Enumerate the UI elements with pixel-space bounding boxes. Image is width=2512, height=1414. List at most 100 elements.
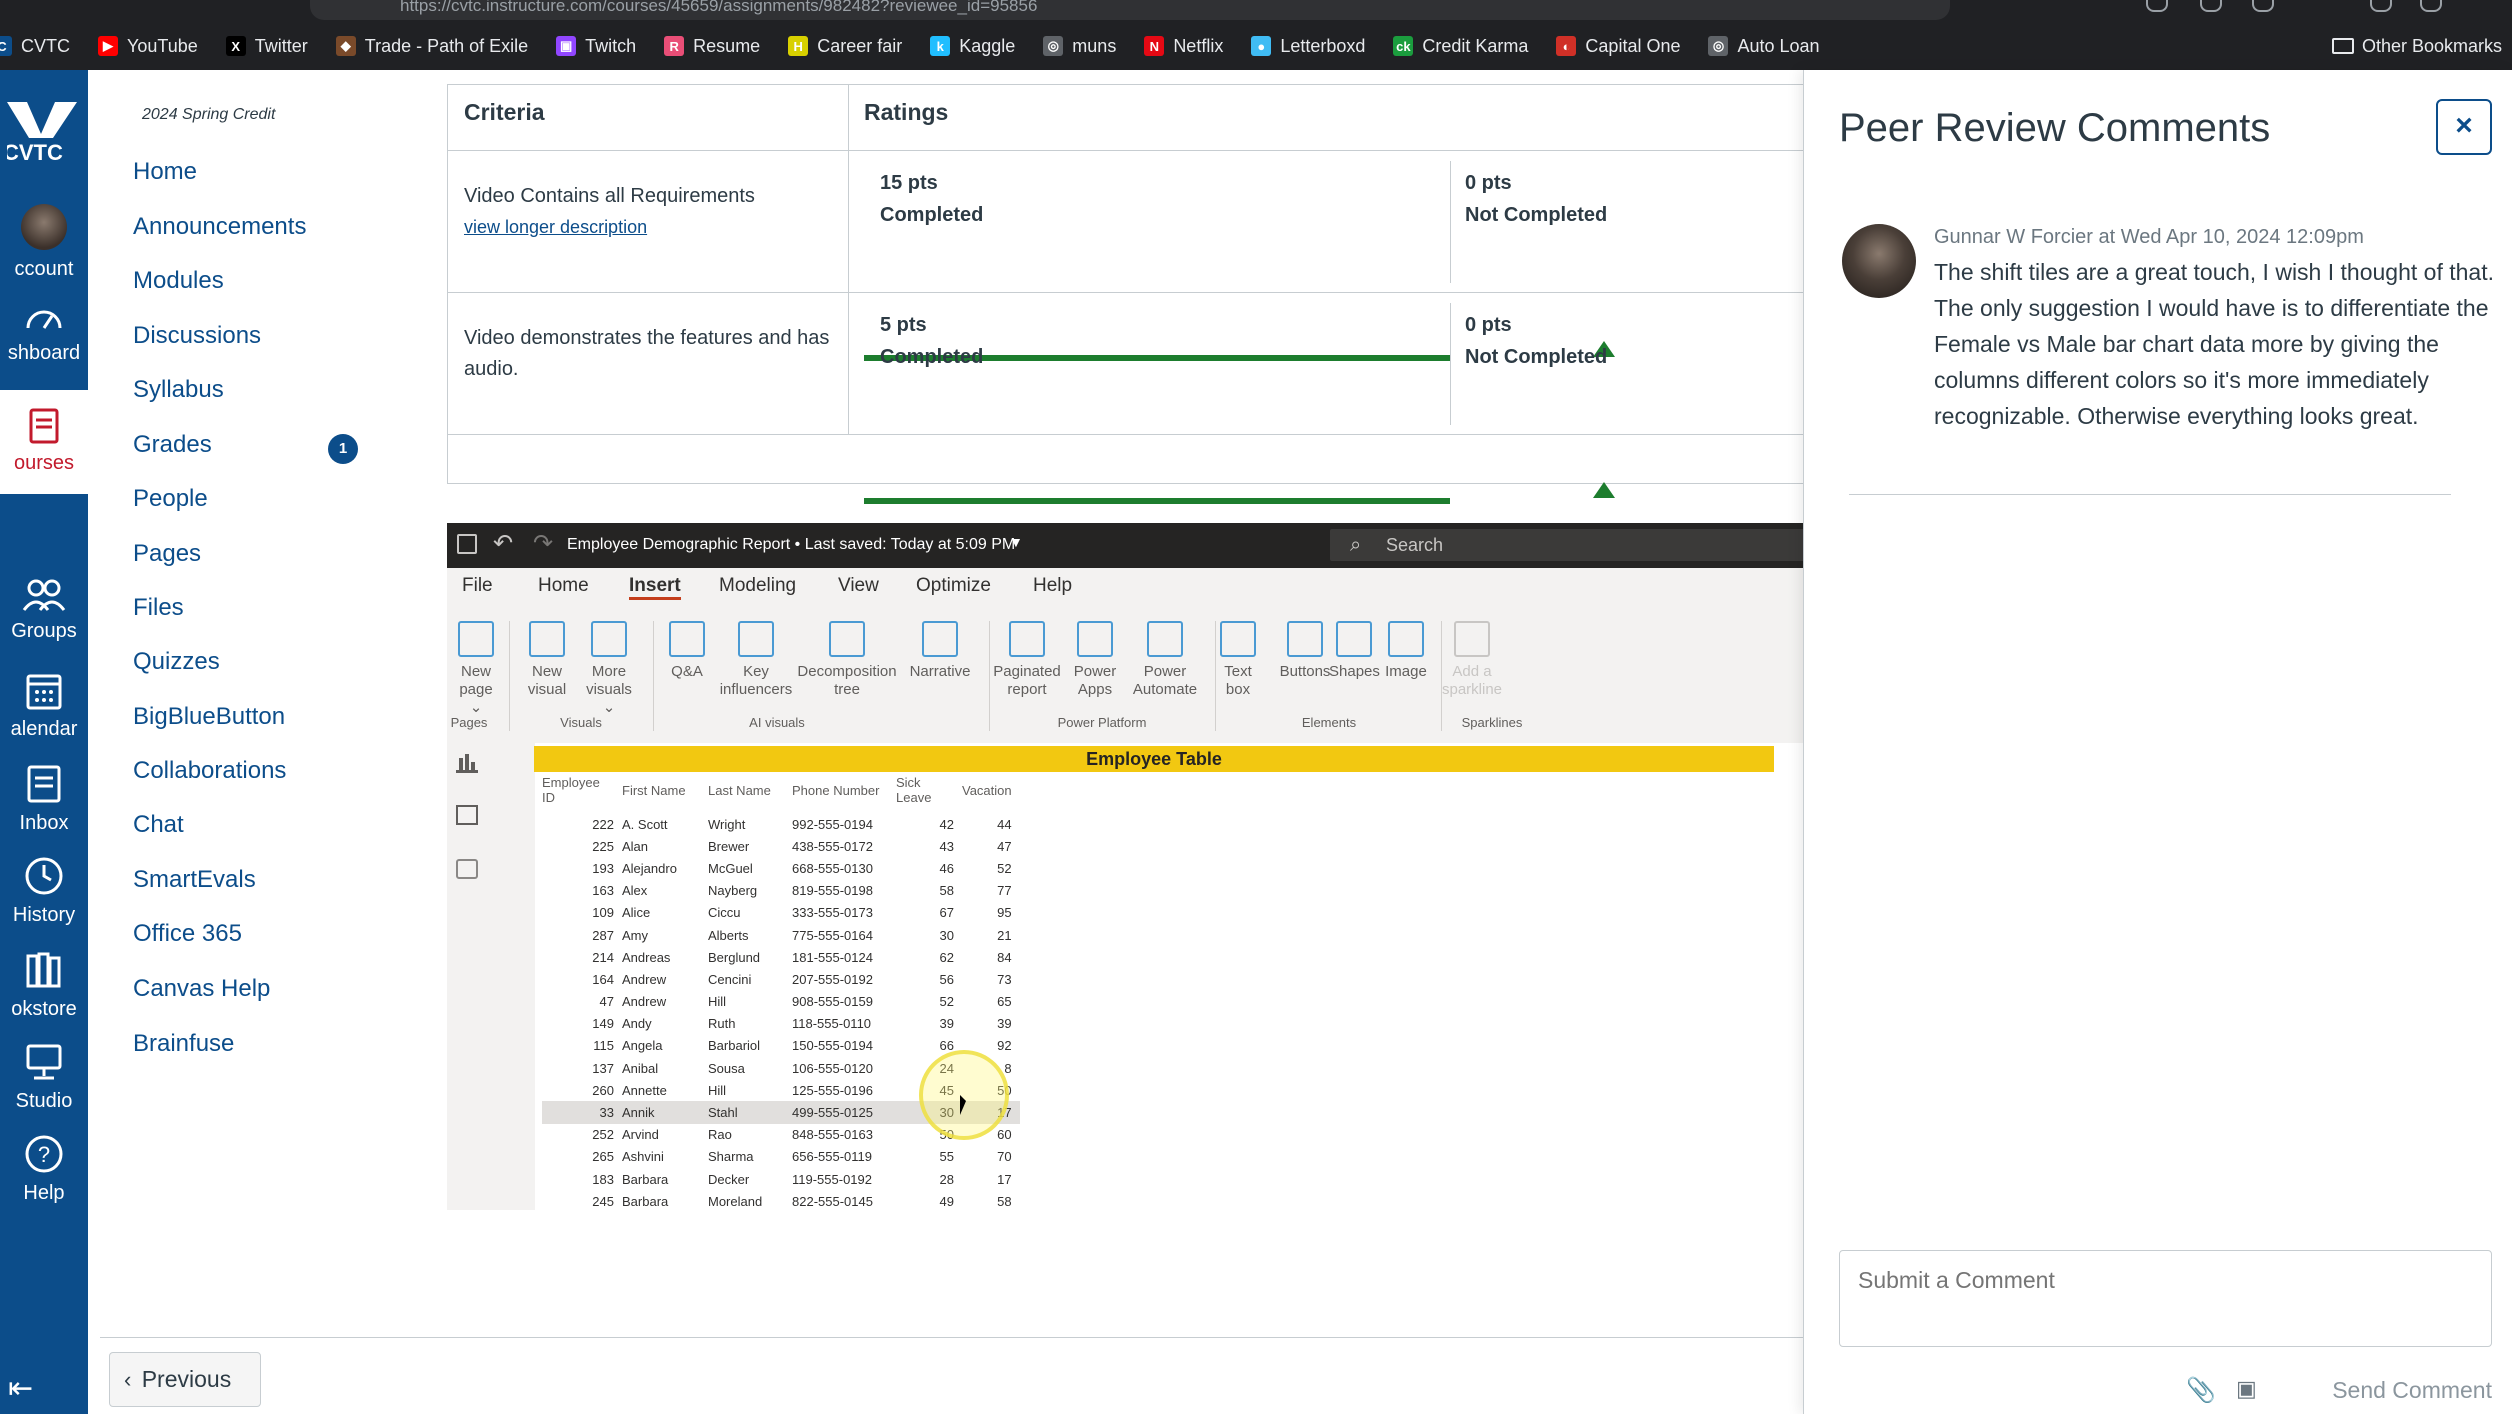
ribbon-new-page-button[interactable]: New page ⌄ [447, 621, 505, 717]
bookmark-item[interactable]: ▶ YouTube [98, 36, 198, 57]
table-row[interactable]: 163 Alex Nayberg 819-555-0198 58 77 [542, 880, 1020, 902]
global-nav-dashboard[interactable]: shboard [0, 300, 88, 365]
global-nav-groups[interactable]: Groups [0, 578, 88, 643]
global-nav-courses[interactable]: ourses [0, 390, 88, 494]
rating-other[interactable]: 0 pts Not Completed [1465, 167, 1607, 231]
ribbon-paginated-report-button[interactable]: Paginated report [992, 621, 1062, 699]
table-row[interactable]: 47 Andrew Hill 908-555-0159 52 65 [542, 991, 1020, 1013]
ribbon-power-automate-button[interactable]: Power Automate [1127, 621, 1203, 699]
course-nav-home[interactable]: Home [133, 158, 197, 186]
bookmark-star-icon[interactable] [2200, 0, 2222, 12]
bookmark-item[interactable]: N Netflix [1144, 36, 1223, 57]
table-row[interactable]: 222 A. Scott Wright 992-555-0194 42 44 [542, 813, 1020, 835]
course-nav-quizzes[interactable]: Quizzes [133, 648, 220, 676]
global-nav-history[interactable]: History [0, 856, 88, 927]
ribbon-image-button[interactable]: Image [1382, 621, 1430, 681]
table-view-icon[interactable] [456, 805, 478, 825]
previous-button[interactable]: ‹ Previous [109, 1352, 261, 1407]
bookmark-item[interactable]: X Twitter [225, 36, 308, 57]
address-bar[interactable]: https://cvtc.instructure.com/courses/456… [310, 0, 1950, 20]
bookmark-item[interactable]: ◎ Auto Loan [1708, 36, 1820, 57]
rating-selected[interactable]: 5 pts Completed [880, 309, 983, 373]
ribbon-text-box-button[interactable]: Text box [1217, 621, 1259, 699]
pbi-menu-insert[interactable]: Insert [629, 575, 681, 600]
pbi-menu-view[interactable]: View [838, 575, 879, 597]
bookmark-item[interactable]: ▣ Twitch [556, 36, 636, 57]
global-nav-calendar[interactable]: alendar [0, 670, 88, 741]
bookmark-item[interactable]: R Resume [664, 36, 760, 57]
extensions-icon[interactable] [2146, 0, 2168, 12]
table-column-header[interactable]: Sick Leave [896, 775, 962, 813]
menu-icon[interactable] [2370, 0, 2392, 12]
collapse-nav-icon[interactable]: ⇤ [8, 1371, 33, 1406]
view-longer-description-link[interactable]: view longer description [464, 217, 647, 237]
bookmark-item[interactable]: H Career fair [788, 36, 902, 57]
global-nav-inbox[interactable]: Inbox [0, 764, 88, 835]
ribbon-new-visual-button[interactable]: New visual [522, 621, 572, 699]
other-bookmarks[interactable]: Other Bookmarks [2331, 22, 2502, 70]
ribbon-key-influencers-button[interactable]: Key influencers [719, 621, 793, 699]
global-nav-account[interactable]: ccount [0, 204, 88, 281]
global-nav-studio[interactable]: Studio [0, 1042, 88, 1113]
comment-input[interactable] [1839, 1250, 2492, 1347]
course-nav-modules[interactable]: Modules [133, 267, 224, 295]
media-comment-icon[interactable]: ▣ [2236, 1376, 2257, 1402]
course-nav-pages[interactable]: Pages [133, 540, 201, 568]
table-row[interactable]: 164 Andrew Cencini 207-555-0192 56 73 [542, 968, 1020, 990]
model-view-icon[interactable] [456, 859, 478, 879]
pbi-menu-modeling[interactable]: Modeling [719, 575, 796, 597]
report-view-icon[interactable] [456, 753, 478, 773]
ribbon-narrative-button[interactable]: Narrative [905, 621, 975, 681]
table-column-header[interactable]: Last Name [708, 775, 792, 813]
course-nav-chat[interactable]: Chat [133, 811, 184, 839]
pbi-menu-home[interactable]: Home [538, 575, 589, 597]
bookmark-item[interactable]: ck Credit Karma [1393, 36, 1528, 57]
table-row[interactable]: 214 Andreas Berglund 181-555-0124 62 84 [542, 946, 1020, 968]
course-nav-files[interactable]: Files [133, 594, 184, 622]
table-row[interactable]: 287 Amy Alberts 775-555-0164 30 21 [542, 924, 1020, 946]
ribbon-buttons-button[interactable]: Buttons [1277, 621, 1333, 681]
profile-icon[interactable] [2252, 0, 2274, 12]
table-column-header[interactable]: Employee ID [542, 775, 622, 813]
table-row[interactable]: 225 Alan Brewer 438-555-0172 43 47 [542, 835, 1020, 857]
bookmark-item[interactable]: C CVTC [0, 36, 70, 57]
bookmark-item[interactable]: k Kaggle [930, 36, 1015, 57]
course-nav-brainfuse[interactable]: Brainfuse [133, 1030, 234, 1058]
ribbon-shapes-button[interactable]: Shapes [1329, 621, 1380, 681]
ribbon-more-visuals-button[interactable]: More visuals ⌄ [577, 621, 641, 717]
bookmark-item[interactable]: ● Letterboxd [1251, 36, 1365, 57]
table-column-header[interactable]: Vacation [962, 775, 1020, 813]
table-row[interactable]: 183 Barbara Decker 119-555-0192 28 17 [542, 1168, 1020, 1190]
table-row[interactable]: 149 Andy Ruth 118-555-0110 39 39 [542, 1013, 1020, 1035]
ribbon-add-a-sparkline-button[interactable]: Add a sparkline [1442, 621, 1502, 699]
course-nav-collaborations[interactable]: Collaborations [133, 757, 286, 785]
close-button[interactable]: × [2436, 99, 2492, 155]
course-nav-syllabus[interactable]: Syllabus [133, 376, 224, 404]
pbi-menu-file[interactable]: File [462, 575, 493, 597]
course-nav-announcements[interactable]: Announcements [133, 213, 306, 241]
bookmark-item[interactable]: ◐ Capital One [1556, 36, 1680, 57]
ribbon-decomposition-tree-button[interactable]: Decomposition tree [797, 621, 897, 699]
ribbon-power-apps-button[interactable]: Power Apps [1069, 621, 1121, 699]
pbi-menu-help[interactable]: Help [1033, 575, 1072, 597]
bookmark-item[interactable]: ◆ Trade - Path of Exile [335, 36, 528, 57]
course-nav-canvas-help[interactable]: Canvas Help [133, 975, 270, 1003]
table-row[interactable]: 265 Ashvini Sharma 656-555-0119 55 70 [542, 1146, 1020, 1168]
bookmark-item[interactable]: ◎ muns [1043, 36, 1116, 57]
table-column-header[interactable]: First Name [622, 775, 708, 813]
ribbon-q-a-button[interactable]: Q&A [662, 621, 712, 681]
attachment-icon[interactable]: 📎 [2186, 1376, 2216, 1405]
course-nav-office-365[interactable]: Office 365 [133, 920, 242, 948]
send-comment-button[interactable]: Send Comment [2282, 1365, 2492, 1414]
pbi-menu-optimize[interactable]: Optimize [916, 575, 991, 597]
course-nav-discussions[interactable]: Discussions [133, 322, 261, 350]
table-row[interactable]: 109 Alice Ciccu 333-555-0173 67 95 [542, 902, 1020, 924]
table-column-header[interactable]: Phone Number [792, 775, 896, 813]
global-nav-help[interactable]: ? Help [0, 1134, 88, 1205]
cvtc-logo[interactable]: CVTC [0, 98, 88, 171]
course-nav-smartevals[interactable]: SmartEvals [133, 866, 256, 894]
course-nav-people[interactable]: People [133, 485, 208, 513]
course-nav-bigbluebutton[interactable]: BigBlueButton [133, 703, 285, 731]
global-nav-bookstore[interactable]: okstore [0, 950, 88, 1021]
pbi-search[interactable]: ⌕ Search [1330, 529, 1807, 561]
